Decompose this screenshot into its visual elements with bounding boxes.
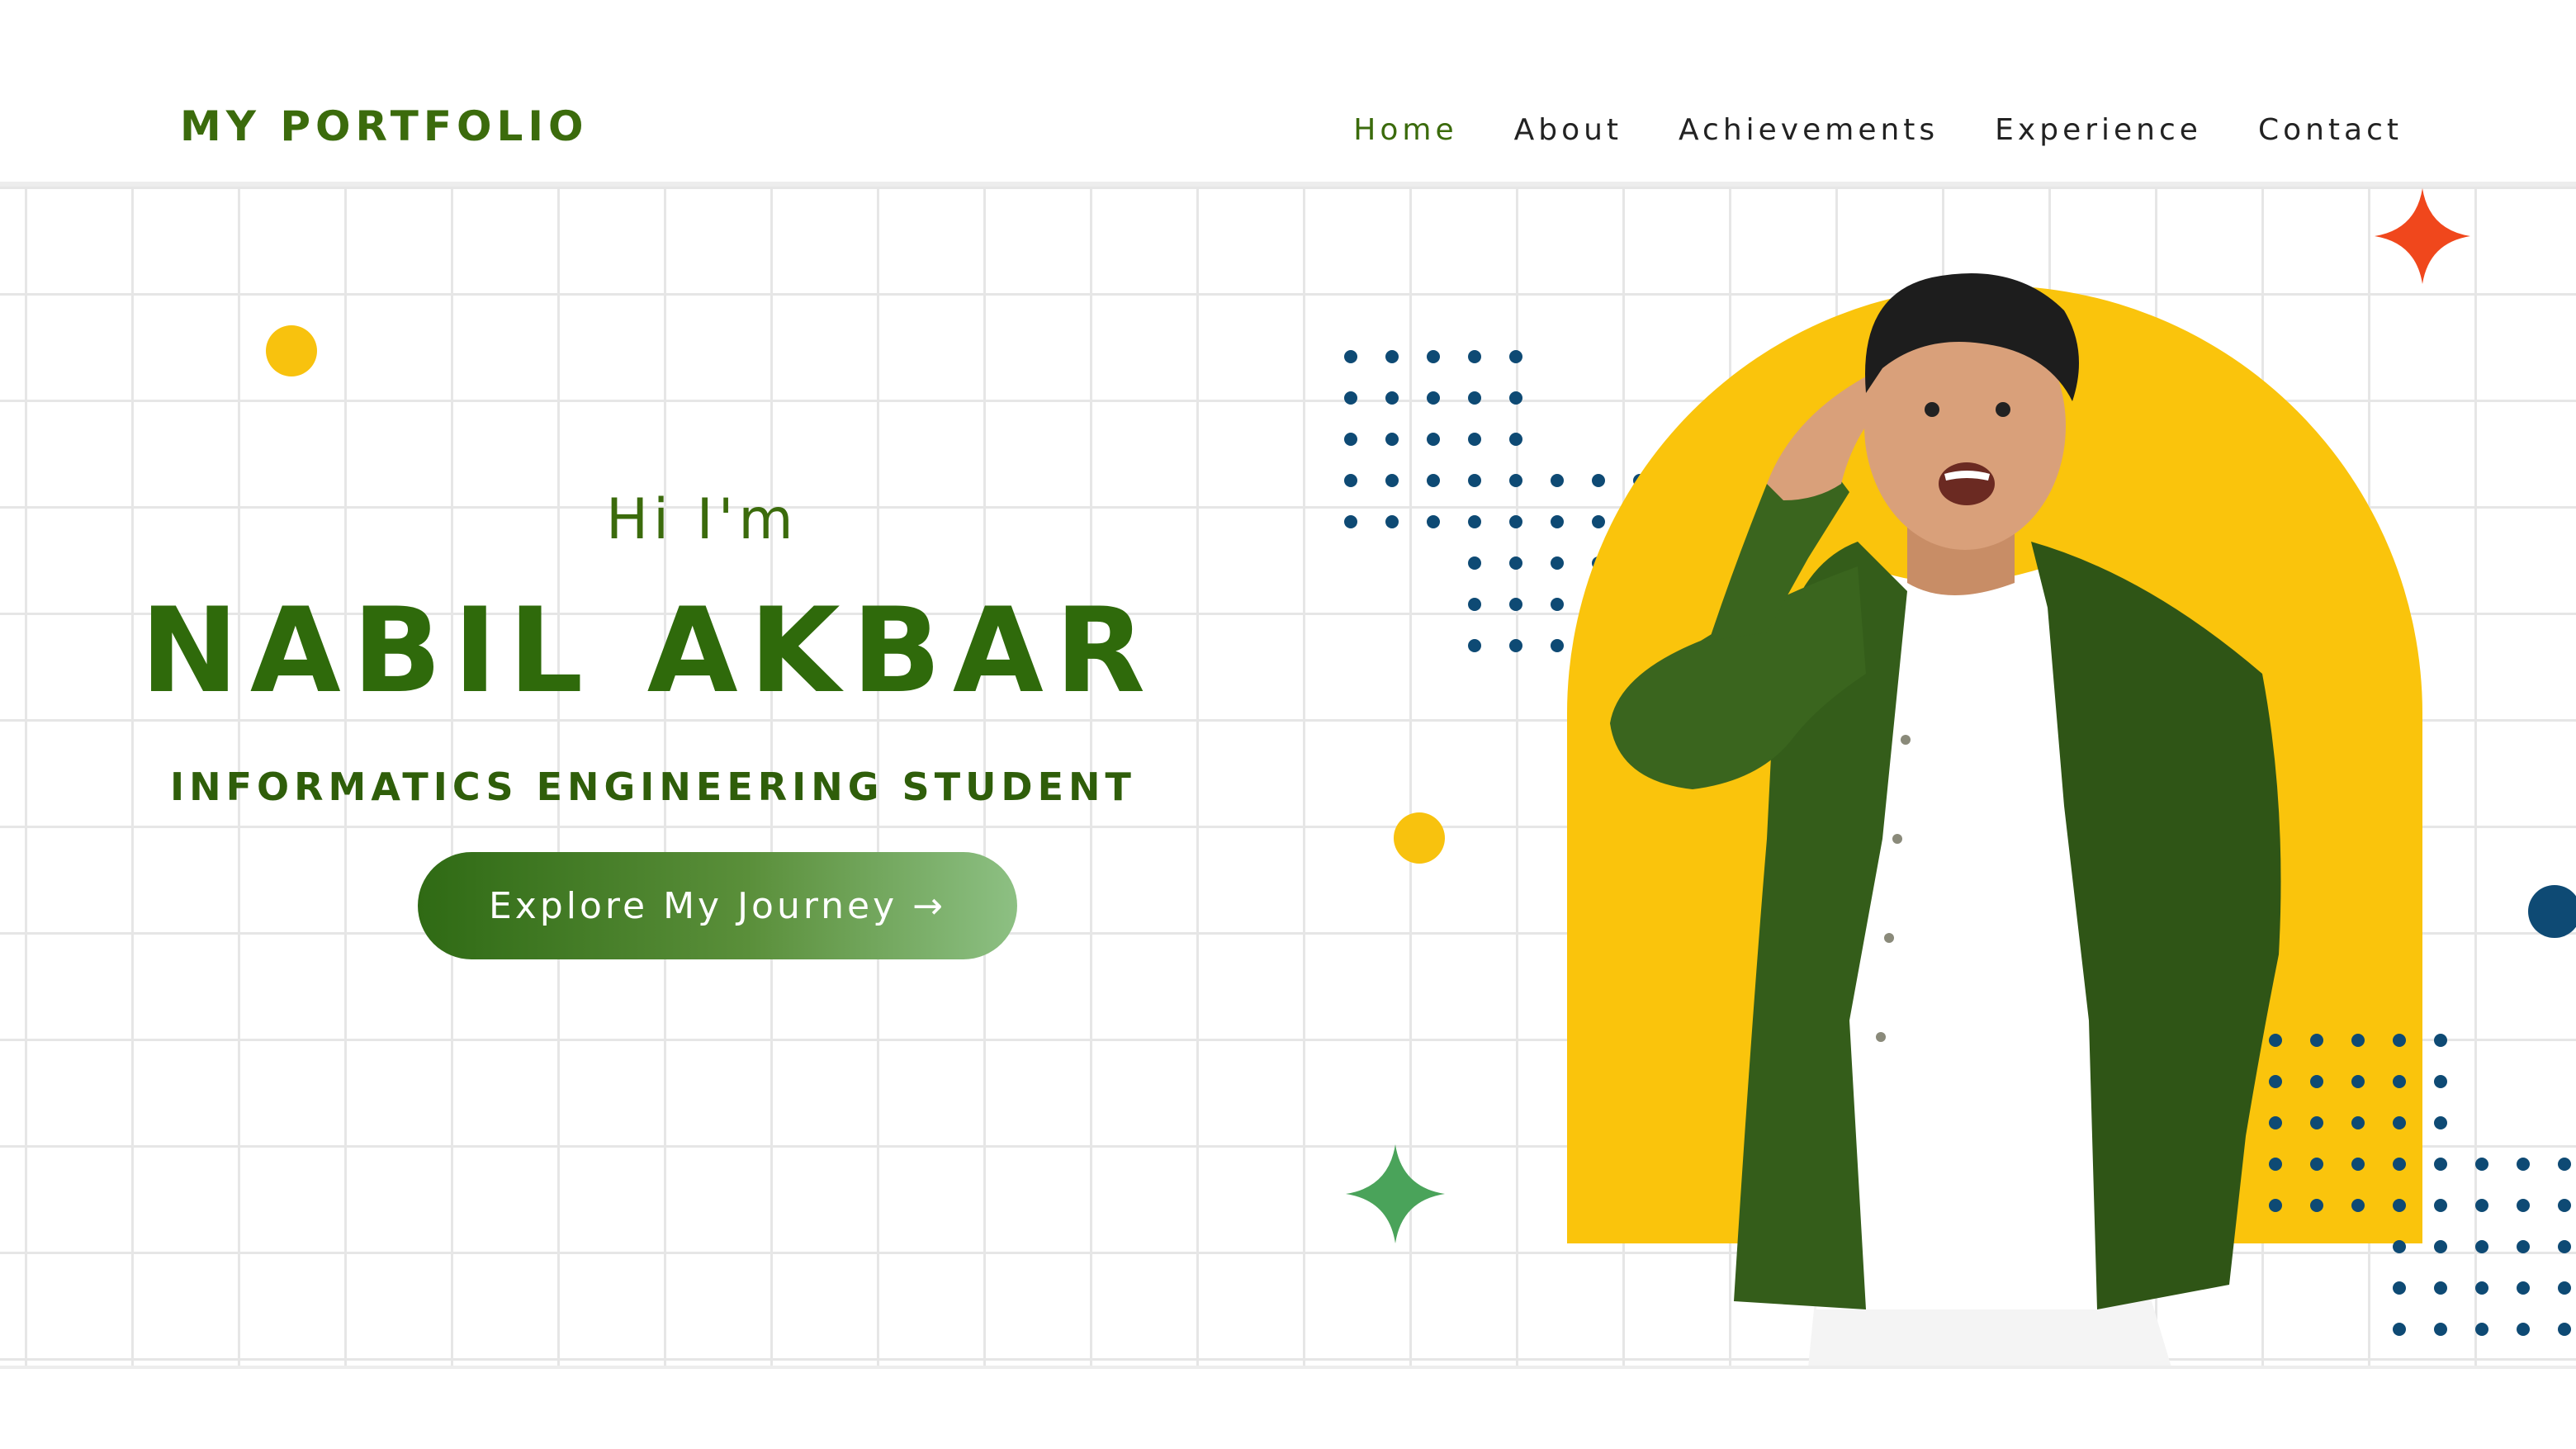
four-point-star-icon: [1346, 1144, 1445, 1243]
hero-name: NABIL AKBAR: [140, 583, 1158, 719]
profile-photo: [1610, 273, 2281, 1366]
nav-link-contact[interactable]: Contact: [2258, 116, 2403, 145]
hero-section: Hi I'm NABIL AKBAR INFORMATICS ENGINEERI…: [0, 187, 2576, 1366]
nav-menu: Home About Achievements Experience Conta…: [1353, 116, 2403, 145]
nav-link-achievements[interactable]: Achievements: [1679, 116, 1939, 145]
nav-link-experience[interactable]: Experience: [1995, 116, 2202, 145]
explore-journey-button[interactable]: Explore My Journey →: [418, 852, 1017, 959]
four-point-star-icon: [2375, 188, 2470, 284]
nav-link-about[interactable]: About: [1514, 116, 1622, 145]
hero-greeting: Hi I'm: [606, 487, 798, 552]
nav-link-home[interactable]: Home: [1353, 116, 1457, 145]
brand-logo[interactable]: MY PORTFOLIO: [180, 106, 589, 147]
decor-dot-grid: [2269, 1034, 2571, 1336]
decor-navy-dot: [2528, 885, 2576, 938]
navbar: MY PORTFOLIO Home About Achievements Exp…: [0, 0, 2576, 187]
page-bottom: [0, 1366, 2576, 1449]
hero-role: INFORMATICS ENGINEERING STUDENT: [170, 765, 1136, 809]
decor-yellow-dot: [266, 325, 317, 376]
